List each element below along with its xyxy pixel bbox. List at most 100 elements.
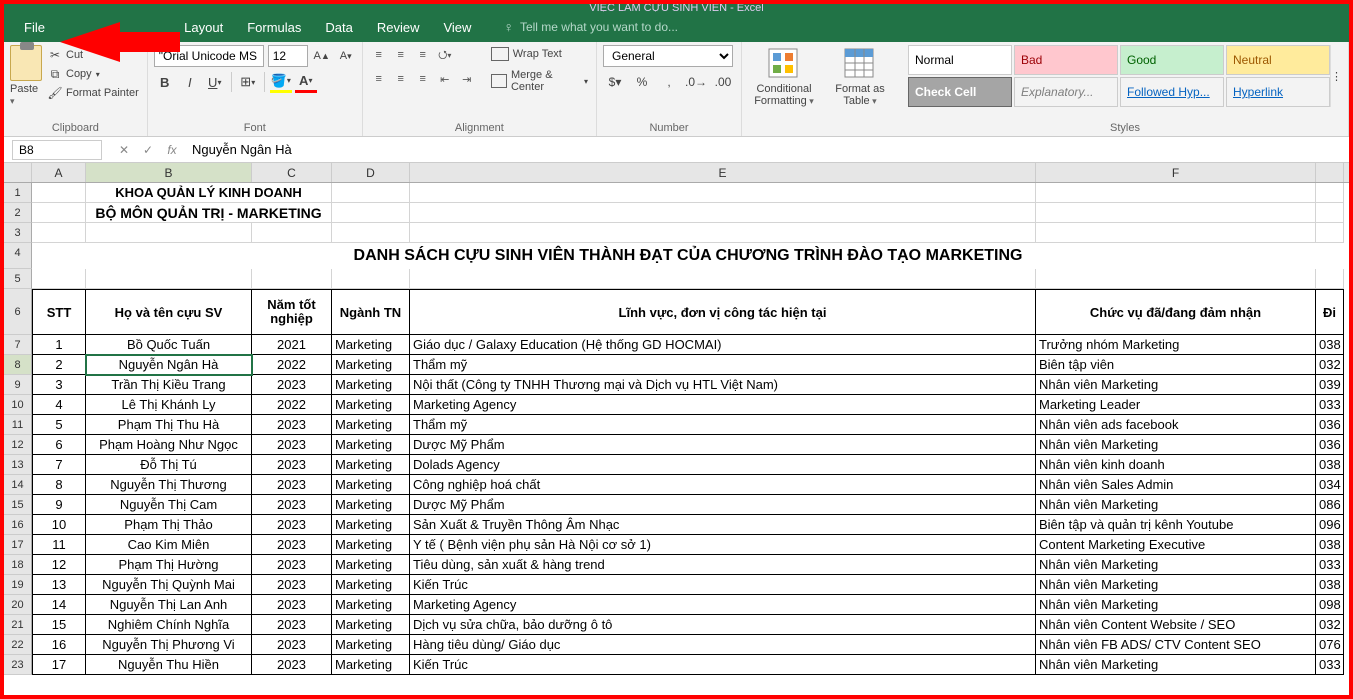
col-header-D[interactable]: D	[332, 163, 410, 182]
cell-dept[interactable]: KHOA QUẢN LÝ KINH DOANH	[86, 183, 332, 203]
col-header-B[interactable]: B	[86, 163, 252, 182]
cell[interactable]: Content Marketing Executive	[1036, 535, 1316, 555]
select-all-corner[interactable]	[4, 163, 32, 182]
cell[interactable]: 038	[1316, 535, 1344, 555]
tell-me-search[interactable]: ♀ Tell me what you want to do...	[503, 19, 678, 35]
cell[interactable]: Phạm Hoàng Như Ngọc	[86, 435, 252, 455]
header-stt[interactable]: STT	[32, 289, 86, 335]
cell[interactable]: Dược Mỹ Phẩm	[410, 495, 1036, 515]
cell[interactable]: Trưởng nhóm Marketing	[1036, 335, 1316, 355]
increase-font-button[interactable]: A▲	[312, 45, 332, 67]
cell[interactable]: Nguyễn Ngân Hà	[86, 355, 252, 375]
cell[interactable]: 096	[1316, 515, 1344, 535]
cell[interactable]: Marketing Agency	[410, 595, 1036, 615]
cell[interactable]: 2023	[252, 575, 332, 595]
cell[interactable]: 2023	[252, 595, 332, 615]
cell[interactable]: 1	[32, 335, 86, 355]
cell[interactable]: Trần Thị Kiều Trang	[86, 375, 252, 395]
cell[interactable]: Nhân viên Marketing	[1036, 655, 1316, 675]
copy-button[interactable]: ⧉Copy ▾	[46, 66, 141, 82]
cell[interactable]: 2023	[252, 535, 332, 555]
enter-formula-button[interactable]: ✓	[138, 140, 158, 160]
style-check-cell[interactable]: Check Cell	[908, 77, 1012, 107]
cell[interactable]: Marketing Leader	[1036, 395, 1316, 415]
fx-button[interactable]: fx	[162, 140, 182, 160]
cell[interactable]: Nhân viên kinh doanh	[1036, 455, 1316, 475]
fill-color-button[interactable]: 🪣▾	[270, 71, 292, 93]
tab-view[interactable]: View	[431, 14, 483, 41]
format-painter-button[interactable]: 🖌Format Painter	[46, 85, 141, 101]
accounting-button[interactable]: $▾	[603, 71, 627, 93]
cell[interactable]: 038	[1316, 455, 1344, 475]
cell[interactable]: Biên tập viên	[1036, 355, 1316, 375]
cancel-formula-button[interactable]: ✕	[114, 140, 134, 160]
col-header-E[interactable]: E	[410, 163, 1036, 182]
cell[interactable]: Nguyễn Thị Thương	[86, 475, 252, 495]
row-header[interactable]: 18	[4, 555, 32, 575]
row-header[interactable]: 5	[4, 269, 32, 289]
cell[interactable]: Nhân viên Content Website / SEO	[1036, 615, 1316, 635]
tab-data[interactable]: Data	[313, 14, 364, 41]
cell[interactable]: Cao Kim Miên	[86, 535, 252, 555]
cell[interactable]: Marketing	[332, 395, 410, 415]
header-field[interactable]: Lĩnh vực, đơn vị công tác hiện tại	[410, 289, 1036, 335]
style-followed-hyperlink[interactable]: Followed Hyp...	[1120, 77, 1224, 107]
cell[interactable]: 2021	[252, 335, 332, 355]
align-right-button[interactable]: ≡	[413, 69, 433, 89]
cell[interactable]: Thẩm mỹ	[410, 355, 1036, 375]
bold-button[interactable]: B	[154, 71, 176, 93]
row-header[interactable]: 10	[4, 395, 32, 415]
style-normal[interactable]: Normal	[908, 45, 1012, 75]
style-bad[interactable]: Bad	[1014, 45, 1118, 75]
row-header[interactable]: 4	[4, 243, 32, 269]
cell[interactable]: Marketing	[332, 355, 410, 375]
styles-more-button[interactable]: ⋮	[1330, 45, 1342, 107]
formula-input[interactable]	[186, 139, 1349, 161]
cell[interactable]: Marketing	[332, 575, 410, 595]
name-box[interactable]	[12, 140, 102, 160]
cell[interactable]: 9	[32, 495, 86, 515]
align-top-button[interactable]: ≡	[369, 45, 389, 65]
cell[interactable]: Hàng tiêu dùng/ Giáo dục	[410, 635, 1036, 655]
cell[interactable]: Đỗ Thị Tú	[86, 455, 252, 475]
cell[interactable]: Phạm Thị Thu Hà	[86, 415, 252, 435]
conditional-formatting-button[interactable]: Conditional Formatting	[748, 45, 820, 109]
cell[interactable]: 2023	[252, 615, 332, 635]
cell[interactable]: 032	[1316, 615, 1344, 635]
font-color-button[interactable]: A▾	[295, 71, 317, 93]
cell[interactable]: Dịch vụ sửa chữa, bảo dưỡng ô tô	[410, 615, 1036, 635]
cell[interactable]: Tiêu dùng, sản xuất & hàng trend	[410, 555, 1036, 575]
paste-button[interactable]: Paste	[10, 83, 42, 107]
cell[interactable]: 5	[32, 415, 86, 435]
tab-file[interactable]: File	[12, 14, 57, 41]
cell[interactable]: 038	[1316, 575, 1344, 595]
cell[interactable]: Nội thất (Công ty TNHH Thương mại và Dịc…	[410, 375, 1036, 395]
cell[interactable]: 2022	[252, 395, 332, 415]
style-hyperlink[interactable]: Hyperlink	[1226, 77, 1330, 107]
cell[interactable]: 2023	[252, 515, 332, 535]
cell[interactable]: Marketing	[332, 455, 410, 475]
cell[interactable]: Marketing	[332, 655, 410, 675]
cell[interactable]: Marketing	[332, 515, 410, 535]
font-name-select[interactable]	[154, 45, 264, 67]
cell[interactable]: Marketing	[332, 635, 410, 655]
italic-button[interactable]: I	[179, 71, 201, 93]
wrap-text-button[interactable]: Wrap Text	[489, 45, 590, 63]
row-header[interactable]: 1	[4, 183, 32, 203]
cell[interactable]: Marketing	[332, 415, 410, 435]
col-header-C[interactable]: C	[252, 163, 332, 182]
cell[interactable]: Công nghiệp hoá chất	[410, 475, 1036, 495]
cell[interactable]: Kiến Trúc	[410, 655, 1036, 675]
col-header-A[interactable]: A	[32, 163, 86, 182]
cell[interactable]: Biên tập và quản trị kênh Youtube	[1036, 515, 1316, 535]
number-format-select[interactable]: General	[603, 45, 733, 67]
cell[interactable]: Marketing	[332, 335, 410, 355]
cell[interactable]: 7	[32, 455, 86, 475]
cell[interactable]: 2023	[252, 435, 332, 455]
cell[interactable]: 15	[32, 615, 86, 635]
cell[interactable]: 17	[32, 655, 86, 675]
spreadsheet-grid[interactable]: A B C D E F 1 KHOA QUẢN LÝ KINH DOANH 2 …	[4, 163, 1349, 695]
format-as-table-button[interactable]: Format as Table	[824, 45, 896, 109]
cell[interactable]: 033	[1316, 555, 1344, 575]
header-g[interactable]: Đi	[1316, 289, 1344, 335]
